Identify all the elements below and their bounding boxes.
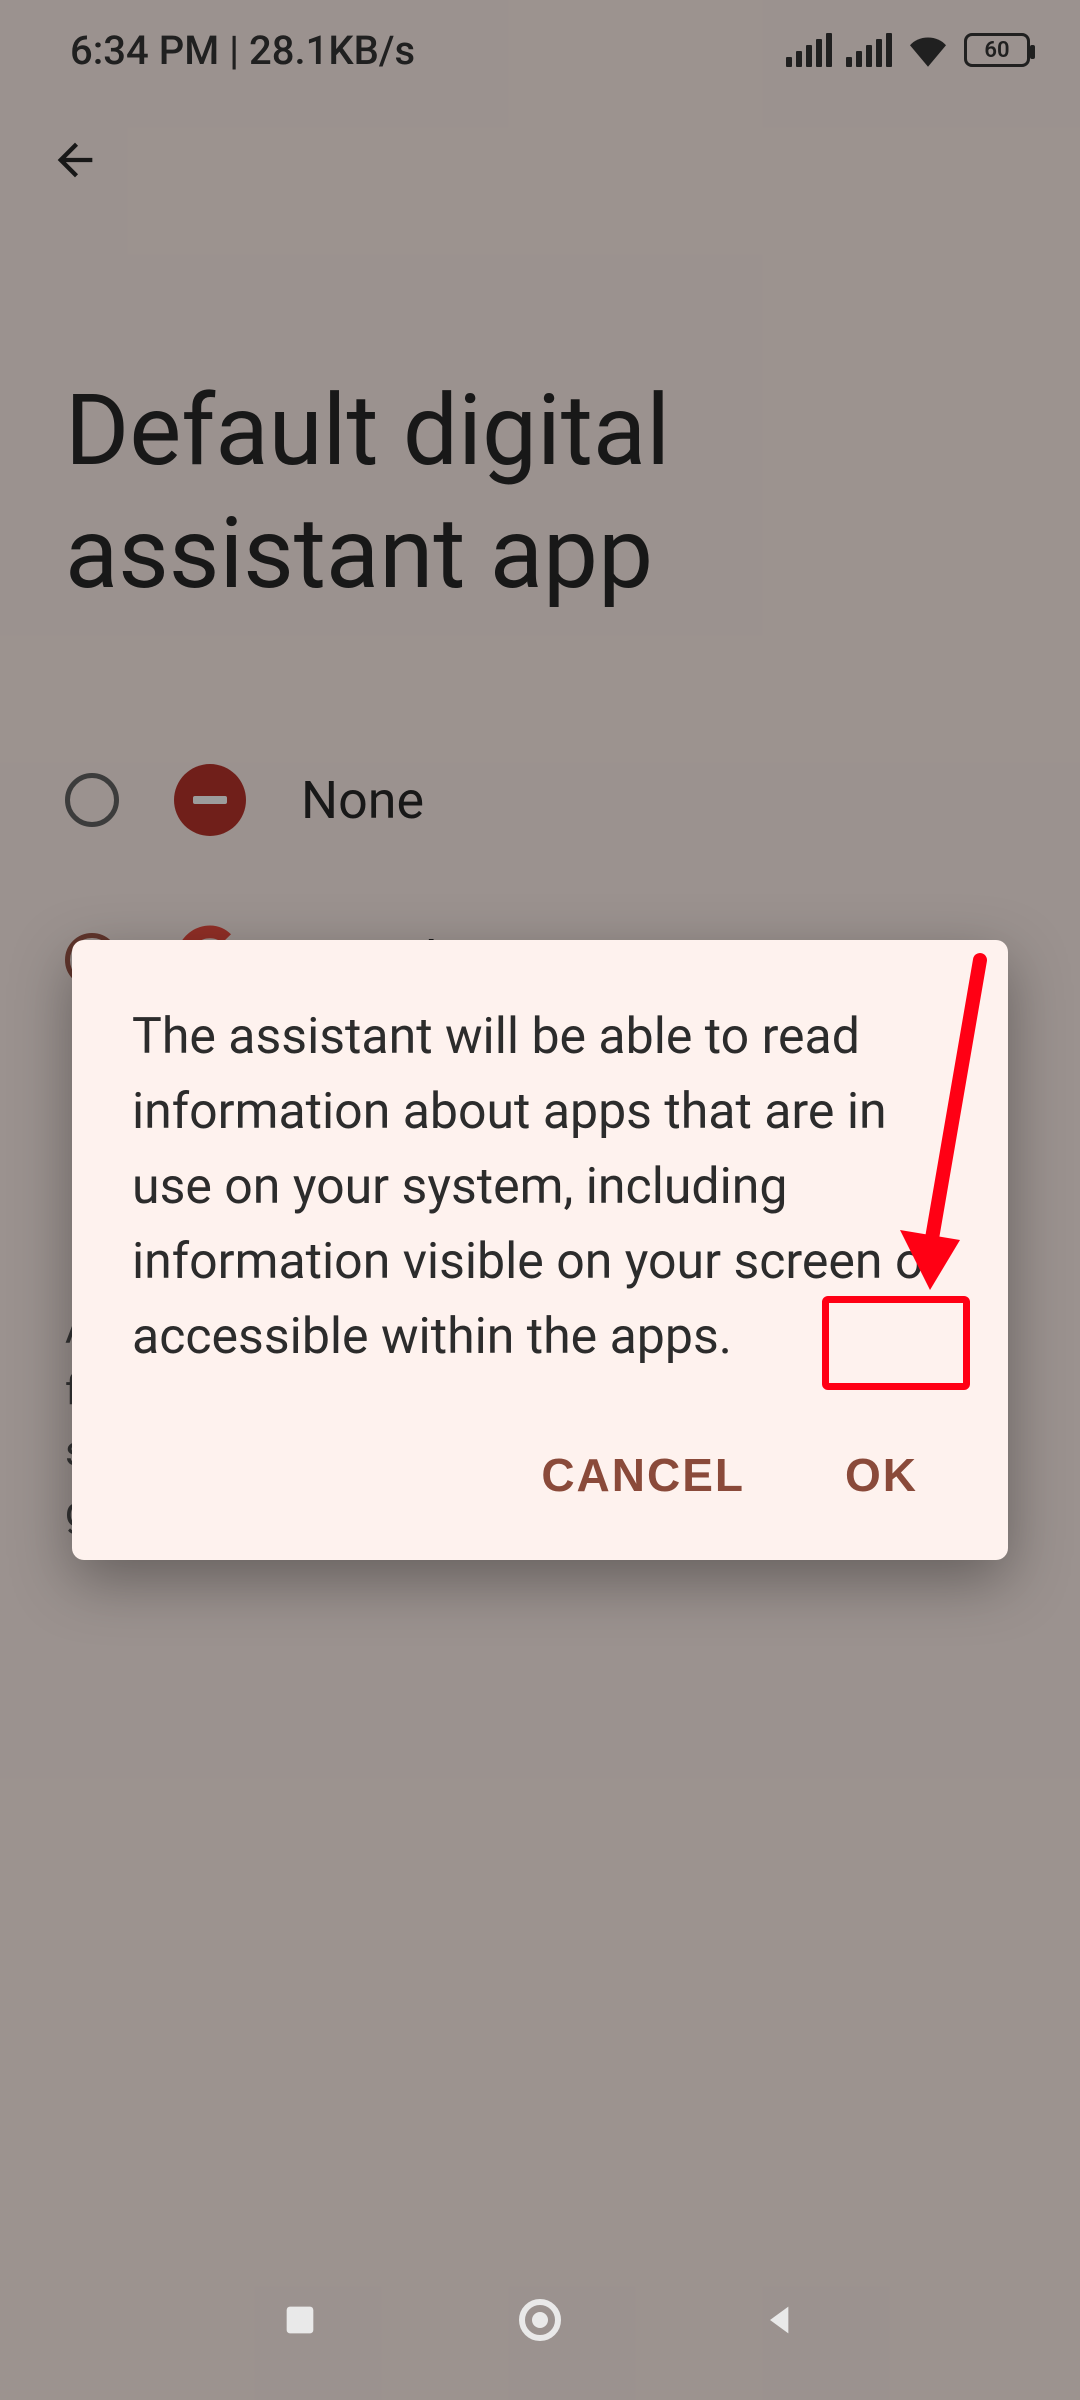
cancel-button[interactable]: CANCEL [511,1430,775,1520]
square-icon [280,2300,320,2340]
triangle-left-icon [760,2300,800,2340]
recents-button[interactable] [270,2290,330,2350]
ok-button[interactable]: OK [815,1430,948,1520]
dialog-buttons: CANCEL OK [132,1430,948,1520]
circle-icon [516,2296,564,2344]
back-nav-button[interactable] [750,2290,810,2350]
system-nav-bar [0,2270,1080,2370]
confirm-dialog: The assistant will be able to read infor… [72,940,1008,1560]
home-button[interactable] [510,2290,570,2350]
dialog-body: The assistant will be able to read infor… [132,1000,948,1375]
